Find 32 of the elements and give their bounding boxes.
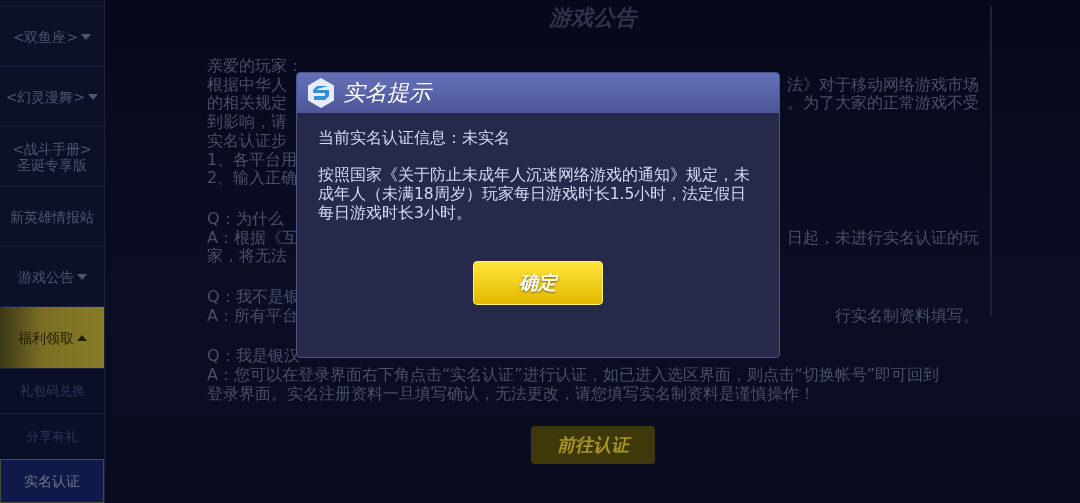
hexagon-logo-icon xyxy=(305,77,337,109)
notice-text: A：所有平台 xyxy=(207,306,298,326)
caret-down-icon xyxy=(81,33,92,40)
notice-text: 2、输入正确 xyxy=(207,169,298,188)
notice-text: 实名认证步 xyxy=(207,131,287,151)
notice-text: 的相关规定 xyxy=(207,94,287,114)
dialog-title: 实名提示 xyxy=(343,79,431,107)
sidebar-item[interactable]: 实名认证 xyxy=(0,458,104,503)
caret-up-icon xyxy=(76,334,87,341)
notice-text: 法》对于移动网络游戏市场 xyxy=(787,75,979,94)
notice-text: 到影响，请 xyxy=(207,113,287,132)
notice-text: 行实名制资料填写。 xyxy=(835,306,979,326)
notice-text: 家，将无法 xyxy=(207,247,287,267)
verify-button[interactable]: 前往认证 xyxy=(531,425,655,464)
notice-text: A：根据《互 xyxy=(207,228,298,247)
message-text: 按照国家《关于防止未成年人沉迷网络游戏的通知》规定，未成年人（未满18周岁）玩家每日游戏时长1.5小时，法定假日每日游戏时长3小时。 xyxy=(318,166,751,224)
notice-text: 1、各平台用 xyxy=(207,150,298,170)
sidebar-item[interactable]: <幻灵漫舞> xyxy=(0,66,104,127)
notice-text: A：您可以在登录界面右下角点击“实名认证”进行认证，如已进入选区界面，则点击“切换帐号”即可回到 xyxy=(207,366,940,385)
notice-text: 。为了大家的正常游戏不受 xyxy=(787,94,979,114)
notice-text: Q：为什么 xyxy=(207,209,284,229)
caret-down-icon xyxy=(76,273,87,280)
sidebar-item[interactable]: 福利领取 xyxy=(0,306,104,369)
notice-text: 日起，未进行实名认证的玩 xyxy=(787,228,979,248)
sidebar-item[interactable]: <战斗手册> 圣诞专享版 xyxy=(0,126,104,187)
status-text: 当前实名认证信息：未实名 xyxy=(318,129,511,148)
confirm-button[interactable]: 确定 xyxy=(473,261,603,305)
sidebar-item[interactable]: <双鱼座> xyxy=(0,6,104,67)
notice-text: 亲爱的玩家： xyxy=(207,57,303,76)
notice-text: 根据中华人 xyxy=(207,75,287,94)
caret-down-icon xyxy=(88,93,99,100)
sidebar-item[interactable]: 新英雄情报站 xyxy=(0,186,104,247)
